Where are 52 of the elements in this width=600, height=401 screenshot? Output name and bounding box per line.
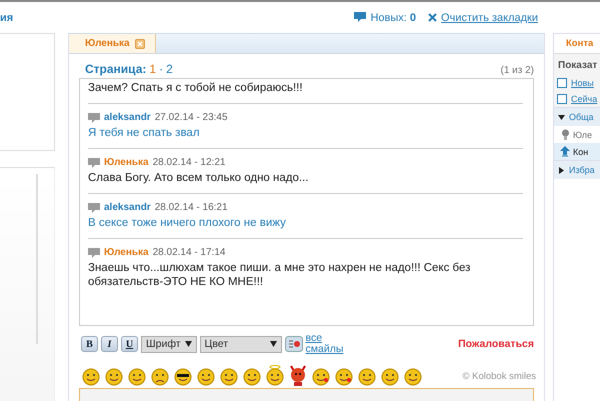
message-text: Я тебя не спать звал <box>88 126 201 140</box>
person-icon <box>561 129 570 140</box>
close-icon <box>428 13 438 22</box>
message-text: В сексе тоже ничего плохого не вижу <box>88 216 287 230</box>
checkbox[interactable] <box>557 94 567 104</box>
chat-tab[interactable]: Юленька <box>69 34 156 53</box>
message-text: Знаешь что...шлюхам такое пиши. а мне это нахрен не надо!!! Секс без обязательств-ЭТО НЕ КО МНЕ!!! <box>88 261 472 289</box>
message-text: Слава Богу. Ато всем только одно надо... <box>88 171 310 185</box>
italic-button[interactable]: I <box>101 336 118 352</box>
message-author[interactable]: aleksandr <box>104 112 151 123</box>
message-author[interactable]: Юленька <box>104 157 149 168</box>
bold-button[interactable]: B <box>81 336 98 352</box>
caret-icon <box>184 341 192 347</box>
message-text: Зачем? Спать я с тобой не собираюсь!!! <box>88 81 304 95</box>
message-icon <box>88 158 100 168</box>
page-count: (1 из 2) <box>500 65 534 76</box>
message-icon <box>88 202 100 212</box>
message-icon <box>354 12 366 23</box>
smiley-icon[interactable] <box>265 364 285 386</box>
contact-group[interactable]: Избра <box>554 160 600 179</box>
message-author[interactable]: aleksandr <box>104 202 151 213</box>
message-time: 28.02.14 - 16:21 <box>154 202 228 213</box>
devil-icon[interactable] <box>288 364 308 386</box>
smileys-credit: © Kolobok smiles <box>462 371 536 384</box>
contact-item[interactable]: Кон <box>554 143 600 160</box>
checkbox[interactable] <box>557 78 567 88</box>
caret-icon <box>270 341 277 347</box>
message-time: 28.02.14 - 12:21 <box>152 157 226 168</box>
caret-right-icon <box>558 166 565 174</box>
smileys-panel-icon[interactable] <box>284 336 303 352</box>
message-time: 27.02.14 - 23:45 <box>154 112 228 123</box>
show-label: Показат <box>554 54 600 75</box>
underline-button[interactable]: U <box>121 336 138 352</box>
message-icon <box>88 248 100 258</box>
page-link[interactable]: 2 <box>166 62 173 76</box>
up-arrow-icon <box>560 146 570 157</box>
message-icon <box>88 112 100 122</box>
clear-bookmarks-link[interactable]: Очистить закладки <box>441 12 538 24</box>
new-count-label: Новых: 0 <box>370 12 416 24</box>
section-title[interactable]: ия <box>0 12 14 24</box>
color-dropdown[interactable]: Цвет <box>200 336 282 352</box>
report-link[interactable]: Пожаловаться <box>458 338 534 350</box>
contact-item[interactable]: Юле <box>554 126 600 143</box>
page-link[interactable]: 1 <box>149 62 156 76</box>
all-smileys-link[interactable]: все смайлы <box>306 333 350 355</box>
font-dropdown[interactable]: Шрифт <box>141 336 197 352</box>
message-author[interactable]: Юленька <box>104 247 149 258</box>
message-time: 28.02.14 - 17:14 <box>152 247 226 258</box>
caret-down-icon <box>558 114 565 120</box>
page-label: Страница: <box>85 62 146 76</box>
page-separator: · <box>159 62 164 76</box>
contact-group[interactable]: Обща <box>554 107 600 126</box>
